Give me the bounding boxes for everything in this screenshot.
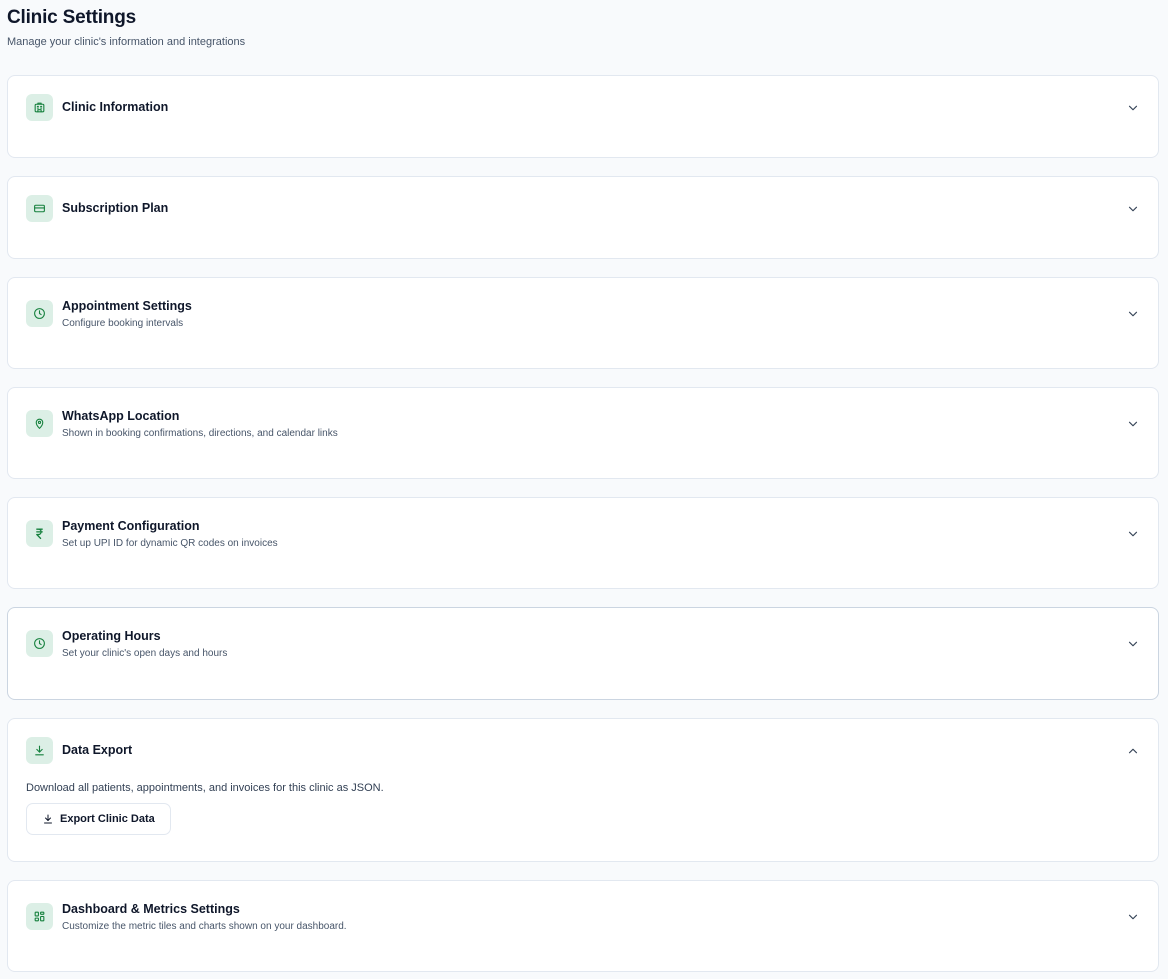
settings-sections: Clinic Information Subscription Plan App… [7,75,1161,972]
section-title: Data Export [62,743,133,757]
section-title: Payment Configuration [62,519,200,533]
data-export-body: Download all patients, appointments, and… [8,781,1158,853]
data-export-description: Download all patients, appointments, and… [26,782,384,794]
section-description: Customize the metric tiles and charts sh… [62,921,347,932]
section-title: Clinic Information [62,100,169,114]
page-subtitle: Manage your clinic's information and int… [7,36,246,48]
section-title: Dashboard & Metrics Settings [62,902,240,916]
layout-grid-icon [26,903,53,930]
section-description: Set your clinic's open days and hours [62,648,228,659]
chevron-down-icon[interactable] [1126,417,1140,431]
chevron-down-icon[interactable] [1126,637,1140,651]
section-header-subscription-plan[interactable]: Subscription Plan [8,177,1158,222]
section-title: Appointment Settings [62,299,192,313]
section-header-whatsapp-location[interactable]: WhatsApp Location Shown in booking confi… [8,388,1158,440]
map-pin-icon [26,410,53,437]
section-title: Subscription Plan [62,201,169,215]
chevron-down-icon[interactable] [1126,910,1140,924]
chevron-down-icon[interactable] [1126,101,1140,115]
section-payment-configuration: Payment Configuration Set up UPI ID for … [7,497,1159,589]
chevron-up-icon[interactable] [1126,744,1140,758]
building-icon [26,94,53,121]
section-title: WhatsApp Location [62,409,180,423]
export-clinic-data-button[interactable]: Export Clinic Data [26,803,171,835]
section-data-export: Data Export Download all patients, appoi… [7,718,1159,862]
section-header-operating-hours[interactable]: Operating Hours Set your clinic's open d… [8,608,1158,660]
section-header-clinic-information[interactable]: Clinic Information [8,76,1158,121]
section-description: Shown in booking confirmations, directio… [62,428,338,439]
section-subscription-plan: Subscription Plan [7,176,1159,259]
section-whatsapp-location: WhatsApp Location Shown in booking confi… [7,387,1159,479]
credit-card-icon [26,195,53,222]
section-header-payment-configuration[interactable]: Payment Configuration Set up UPI ID for … [8,498,1158,550]
chevron-down-icon[interactable] [1126,307,1140,321]
section-description: Configure booking intervals [62,318,184,329]
section-header-data-export[interactable]: Data Export [8,719,1158,764]
rupee-icon [26,520,53,547]
export-button-label: Export Clinic Data [60,813,155,825]
section-header-appointment-settings[interactable]: Appointment Settings Configure booking i… [8,278,1158,330]
section-clinic-information: Clinic Information [7,75,1159,158]
section-appointment-settings: Appointment Settings Configure booking i… [7,277,1159,369]
download-icon [44,814,52,824]
chevron-down-icon[interactable] [1126,527,1140,541]
page-title: Clinic Settings [7,7,136,28]
clock-icon [26,630,53,657]
section-header-dashboard-metrics[interactable]: Dashboard & Metrics Settings Customize t… [8,881,1158,933]
section-dashboard-metrics: Dashboard & Metrics Settings Customize t… [7,880,1159,972]
section-title: Operating Hours [62,629,161,643]
clock-icon [26,300,53,327]
section-description: Set up UPI ID for dynamic QR codes on in… [62,538,278,549]
chevron-down-icon[interactable] [1126,202,1140,216]
section-operating-hours: Operating Hours Set your clinic's open d… [7,607,1159,700]
download-icon [26,737,53,764]
settings-page: Clinic Settings Manage your clinic's inf… [0,0,1168,972]
